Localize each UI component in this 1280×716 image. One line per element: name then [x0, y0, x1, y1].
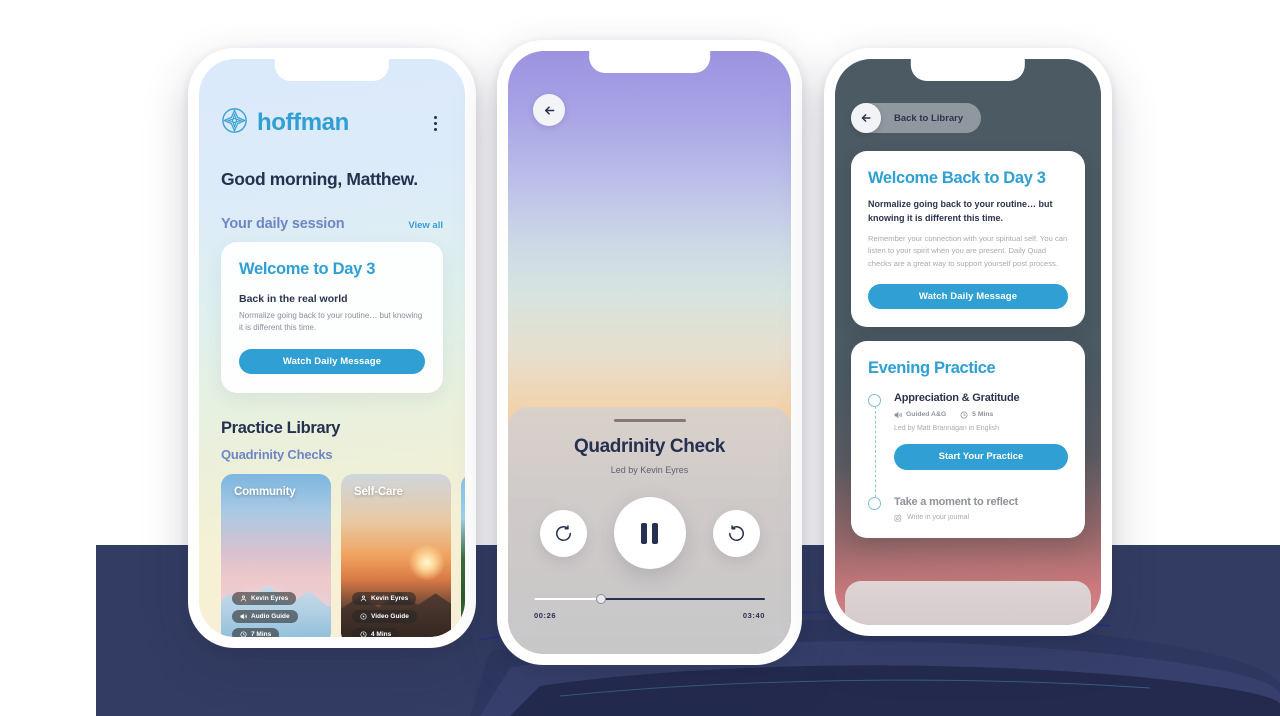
practice-card-next-partial[interactable] — [461, 473, 465, 637]
phone3-screen: Back to Library Welcome Back to Day 3 No… — [835, 59, 1101, 625]
step1-title: Appreciation & Gratitude — [894, 391, 1020, 404]
welcome-back-card: Welcome Back to Day 3 Normalize going ba… — [851, 151, 1085, 327]
arrow-left-icon — [544, 105, 554, 115]
welcome-card-body: Remember your connection with your spiri… — [868, 234, 1068, 268]
back-button[interactable] — [533, 94, 565, 126]
kebab-menu-icon[interactable] — [428, 112, 443, 135]
welcome-card-title: Welcome Back to Day 3 — [868, 169, 1046, 187]
evening-practice-title: Evening Practice — [868, 358, 996, 377]
clock-icon — [360, 631, 367, 637]
person-icon — [240, 595, 247, 602]
phone1-notch — [274, 59, 390, 81]
daily-card-subtitle: Back in the real world — [239, 293, 348, 305]
audio-icon — [240, 613, 247, 619]
player-times: 00:26 03:40 — [534, 611, 765, 620]
phone2-notch — [588, 51, 711, 73]
watch-daily-message-button[interactable]: Watch Daily Message — [868, 283, 1068, 309]
practice-card-chips: Kevin Eyres Video Guide 4 Mins — [352, 591, 417, 637]
practice-library-title: Practice Library — [221, 418, 341, 437]
clock-icon — [240, 631, 247, 637]
mockup-stage: hoffman Good morning, Matthew. Your dail… — [0, 0, 1280, 716]
greeting-text: Good morning, Matthew. — [221, 169, 418, 189]
progress-knob[interactable] — [595, 594, 606, 604]
compass-star-icon — [221, 107, 248, 139]
phone3-notch — [910, 59, 1026, 81]
chip-duration: 7 Mins — [232, 627, 280, 637]
step1-meta: Guided A&G 5 Mins — [894, 411, 1068, 419]
daily-session-card: Welcome to Day 3 Back in the real world … — [221, 242, 443, 393]
daily-card-body: Normalize going back to your routine… bu… — [239, 311, 423, 333]
play-pause-button[interactable] — [613, 497, 686, 569]
clock-icon — [960, 411, 968, 419]
phone3-content: Back to Library Welcome Back to Day 3 No… — [835, 59, 1101, 625]
phone1-content: hoffman Good morning, Matthew. Your dail… — [199, 59, 465, 637]
timeline-dot-step1[interactable] — [868, 393, 881, 407]
timeline-step-1: Appreciation & Gratitude Guided A&G 5 Mi… — [894, 392, 1068, 470]
step1-led-by: Led by Matt Brannagan in English — [894, 424, 1000, 432]
daily-session-header: Your daily session View all — [221, 216, 443, 232]
step2-title: Take a moment to reflect — [894, 495, 1018, 508]
phone-day-detail-screen: Back to Library Welcome Back to Day 3 No… — [824, 48, 1112, 636]
practice-cards-row[interactable]: Community Kevin Eyres Audio Guide 7 Mins… — [221, 473, 465, 637]
elapsed-time: 00:26 — [534, 611, 557, 620]
player-title: Quadrinity Check — [574, 436, 725, 457]
evening-practice-card: Evening Practice Appreciation & Gratitud… — [851, 340, 1085, 538]
brand-lockup: hoffman — [221, 107, 349, 139]
arrow-left-icon — [861, 114, 871, 122]
progress-track[interactable] — [534, 594, 765, 604]
player-sheet: Quadrinity Check Led by Kevin Eyres 00:2… — [508, 407, 791, 654]
practice-card-caption: Community — [234, 485, 296, 498]
sheet-grabber[interactable] — [613, 419, 686, 422]
practice-card-caption: Self-Care — [354, 485, 403, 498]
phone1-screen: hoffman Good morning, Matthew. Your dail… — [199, 59, 465, 637]
phone2-screen: Quadrinity Check Led by Kevin Eyres 00:2… — [508, 51, 791, 654]
forest-image — [461, 473, 465, 637]
audio-icon — [894, 412, 902, 418]
back-icon-circle — [851, 103, 881, 133]
daily-card-title: Welcome to Day 3 — [239, 260, 376, 278]
pause-icon — [641, 522, 658, 544]
quadrinity-checks-subtitle: Quadrinity Checks — [221, 446, 333, 462]
timeline-dot-step2[interactable] — [868, 496, 881, 510]
step1-duration: 5 Mins — [960, 411, 993, 419]
chip-instructor: Kevin Eyres — [352, 591, 417, 605]
play-icon — [360, 613, 367, 620]
timeline-step-2: Take a moment to reflect Write in your j… — [868, 495, 1068, 522]
start-your-practice-button[interactable]: Start Your Practice — [894, 443, 1068, 470]
phone3-bottom-sheet-peek[interactable] — [845, 581, 1091, 625]
player-progress[interactable]: 00:26 03:40 — [534, 594, 765, 620]
chip-duration: 4 Mins — [352, 627, 400, 637]
phone1-topbar: hoffman — [221, 107, 443, 139]
practice-card-chips: Kevin Eyres Audio Guide 7 Mins — [232, 591, 298, 637]
phone-player-screen: Quadrinity Check Led by Kevin Eyres 00:2… — [497, 40, 802, 665]
step1-format: Guided A&G — [894, 411, 946, 419]
phone-home-screen: hoffman Good morning, Matthew. Your dail… — [188, 48, 476, 648]
progress-elapsed-fill — [534, 598, 601, 600]
rewind-15-icon — [555, 524, 571, 541]
step2-journal-label: Write in your journal — [907, 514, 970, 522]
player-controls — [534, 497, 765, 569]
timeline-connector — [874, 405, 876, 502]
forward-button[interactable] — [712, 509, 760, 557]
practice-timeline: Appreciation & Gratitude Guided A&G 5 Mi… — [868, 392, 1068, 522]
brand-name: hoffman — [257, 109, 349, 136]
chip-format: Video Guide — [352, 609, 417, 623]
practice-card-community[interactable]: Community Kevin Eyres Audio Guide 7 Mins — [221, 473, 331, 637]
welcome-card-lead: Normalize going back to your routine… bu… — [868, 199, 1053, 223]
section-title-daily-session: Your daily session — [221, 216, 345, 232]
step2-journal-row[interactable]: Write in your journal — [894, 514, 1068, 522]
rewind-button[interactable] — [539, 509, 587, 557]
view-all-link[interactable]: View all — [408, 220, 443, 231]
practice-card-self-care[interactable]: Self-Care Kevin Eyres Video Guide 4 Mins — [341, 473, 451, 637]
back-to-library-label: Back to Library — [894, 112, 964, 124]
watch-daily-message-button[interactable]: Watch Daily Message — [239, 348, 425, 374]
person-icon — [360, 595, 367, 602]
pencil-square-icon — [894, 514, 902, 522]
forward-15-icon — [728, 524, 744, 541]
player-subtitle: Led by Kevin Eyres — [610, 465, 689, 475]
back-to-library-button[interactable]: Back to Library — [851, 103, 982, 133]
chip-format: Audio Guide — [232, 609, 298, 623]
duration-time: 03:40 — [742, 611, 765, 620]
chip-instructor: Kevin Eyres — [232, 591, 297, 605]
